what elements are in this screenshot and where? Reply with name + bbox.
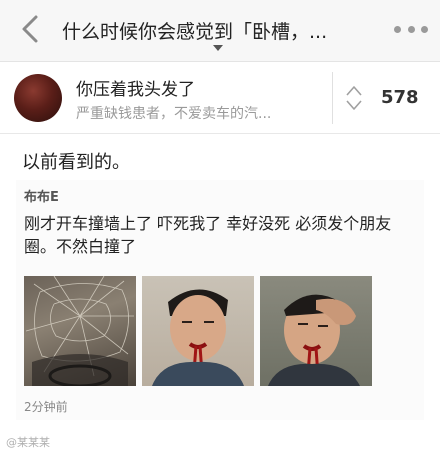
author-name[interactable]: 你压着我头发了: [76, 75, 195, 100]
post-username: 布布E: [24, 190, 59, 205]
vote-arrows-icon: [346, 86, 362, 110]
caret-down-icon[interactable]: [213, 45, 223, 51]
vote-count: 578: [381, 87, 419, 108]
more-button[interactable]: [394, 22, 428, 36]
post-timestamp: 2分钟前: [24, 400, 68, 414]
avatar[interactable]: [14, 74, 62, 122]
watermark: @某某某: [6, 436, 50, 449]
vote-button[interactable]: [344, 84, 364, 112]
chevron-left-icon: [22, 15, 38, 43]
divider: [332, 72, 333, 124]
photo-selfie-1[interactable]: [142, 276, 254, 386]
embedded-screenshot[interactable]: 布布E 刚才开车撞墙上了 吓死我了 幸好没死 必须发个朋友圈。不然白撞了 2分钟…: [16, 180, 424, 420]
answer-author-bar: 你压着我头发了 严重缺钱患者，不爱卖车的汽... 578: [0, 62, 440, 134]
more-dots-icon: [394, 25, 401, 33]
photo-selfie-2[interactable]: [260, 276, 372, 386]
post-text: 刚才开车撞墙上了 吓死我了 幸好没死 必须发个朋友圈。不然白撞了: [24, 214, 392, 256]
photo-cracked-windshield[interactable]: [24, 276, 136, 386]
answer-content: 以前看到的。 布布E 刚才开车撞墙上了 吓死我了 幸好没死 必须发个朋友圈。不然…: [0, 134, 440, 455]
question-title[interactable]: 什么时候你会感觉到「卧槽，...: [62, 17, 380, 44]
back-button[interactable]: [18, 14, 42, 44]
author-bio: 严重缺钱患者，不爱卖车的汽...: [76, 106, 272, 122]
answer-text: 以前看到的。: [22, 152, 130, 173]
top-navbar: 什么时候你会感觉到「卧槽，...: [0, 0, 440, 62]
